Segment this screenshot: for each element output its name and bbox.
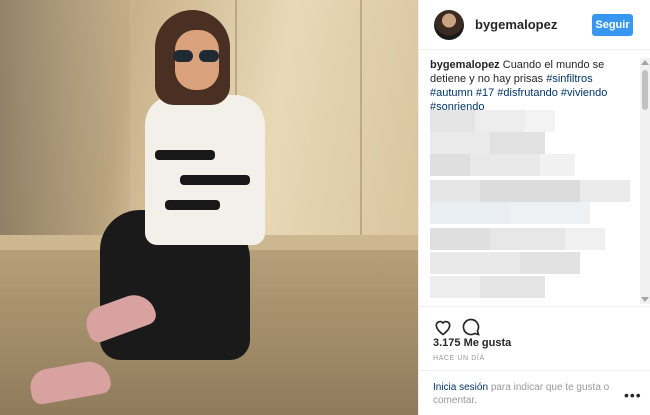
scroll-down-arrow-icon[interactable] [641,297,649,302]
comment-icon[interactable] [461,317,481,337]
panel-divider [418,0,419,415]
hashtag[interactable]: #autumn [430,87,473,99]
hashtag[interactable]: #disfrutando [497,87,558,99]
scrollbar-thumb[interactable] [642,70,648,110]
post-header: bygemalopez Seguir [419,0,650,50]
login-prompt: Inicia sesión para indicar que te gusta … [419,370,650,415]
post-photo[interactable] [0,0,418,415]
login-link[interactable]: Inicia sesión [433,382,488,393]
caption-username[interactable]: bygemalopez [430,59,500,71]
more-options-icon[interactable]: ••• [624,387,642,403]
comments-area: bygemalopez Cuando el mundo se detiene y… [430,58,630,304]
username[interactable]: bygemalopez [475,17,557,32]
scroll-up-arrow-icon[interactable] [641,60,649,65]
heart-icon[interactable] [433,317,453,337]
hashtag[interactable]: #viviendo [561,87,607,99]
caption: bygemalopez Cuando el mundo se detiene y… [430,58,630,114]
post-time: HACE UN DÍA [433,355,485,362]
blurred-comments [430,110,630,304]
avatar[interactable] [434,10,464,40]
login-text: Inicia sesión para indicar que te gusta … [433,381,613,407]
photo-shirt [145,95,265,245]
photo-column-line [360,0,362,240]
like-count[interactable]: 3.175 Me gusta [433,337,511,349]
comments-scrollbar[interactable] [640,58,650,304]
photo-sunglasses [173,50,221,62]
hashtag[interactable]: #sinfiltros [546,73,592,85]
follow-button[interactable]: Seguir [592,14,633,36]
hashtag[interactable]: #17 [476,87,494,99]
photo-person [27,10,270,410]
